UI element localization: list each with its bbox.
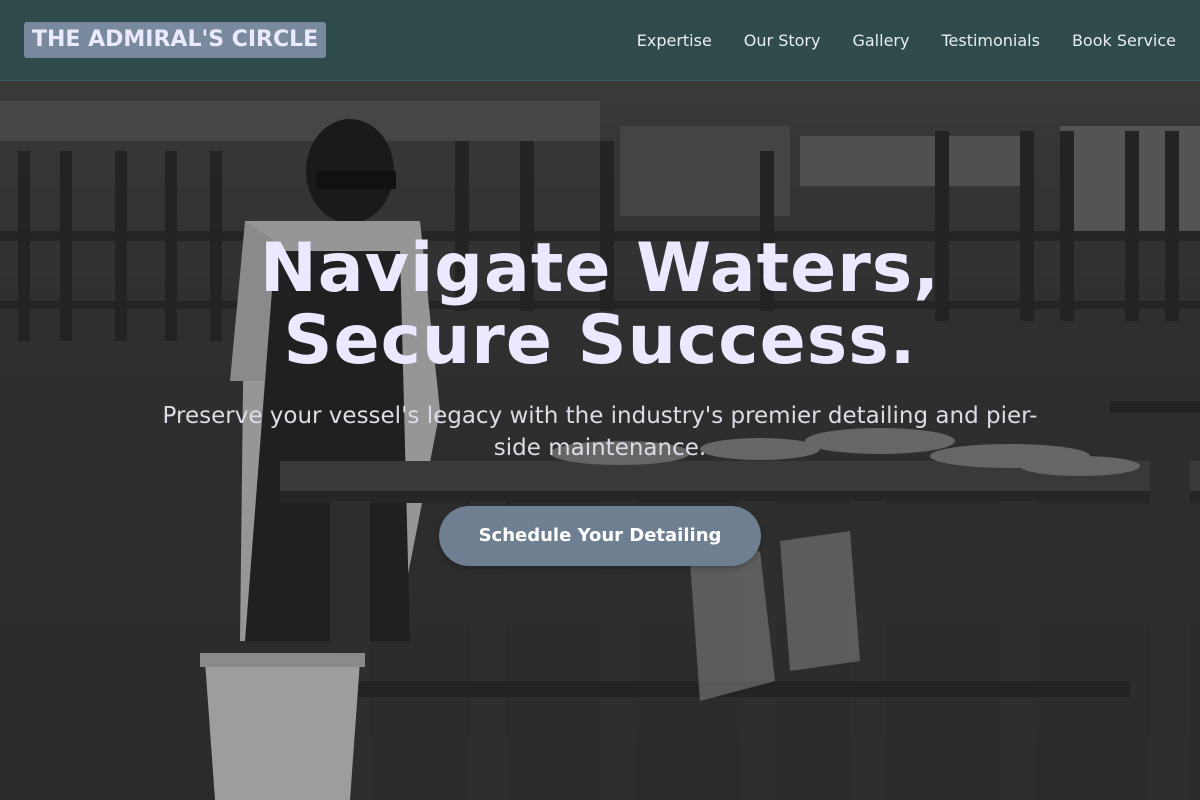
site-header: THE ADMIRAL'S CIRCLE Expertise Our Story… xyxy=(0,0,1200,81)
nav-link-our-story[interactable]: Our Story xyxy=(744,31,821,50)
nav-link-gallery[interactable]: Gallery xyxy=(852,31,909,50)
hero-headline-line1: Navigate Waters, xyxy=(259,229,941,308)
hero-headline: Navigate Waters, Secure Success. xyxy=(0,233,1200,377)
nav-link-expertise[interactable]: Expertise xyxy=(637,31,712,50)
nav-link-testimonials[interactable]: Testimonials xyxy=(941,31,1040,50)
main-nav: Expertise Our Story Gallery Testimonials… xyxy=(637,0,1176,80)
schedule-detailing-button[interactable]: Schedule Your Detailing xyxy=(439,506,761,566)
page: THE ADMIRAL'S CIRCLE Expertise Our Story… xyxy=(0,0,1200,800)
nav-link-book-service[interactable]: Book Service xyxy=(1072,31,1176,50)
hero-section: Navigate Waters, Secure Success. Preserv… xyxy=(0,81,1200,800)
hero-headline-line2: Secure Success. xyxy=(283,301,917,380)
brand-logo[interactable]: THE ADMIRAL'S CIRCLE xyxy=(24,22,327,58)
hero-subheadline: Preserve your vessel's legacy with the i… xyxy=(162,403,1038,461)
